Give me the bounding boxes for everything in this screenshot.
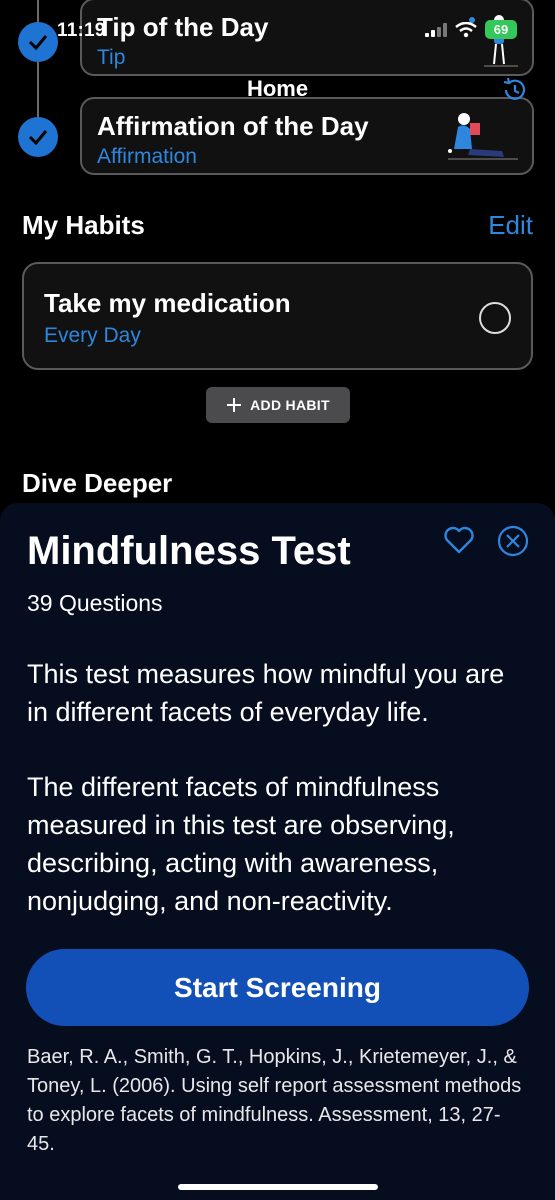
close-icon[interactable] xyxy=(497,525,529,557)
checkmark-icon xyxy=(28,35,48,50)
plus-icon xyxy=(227,398,242,412)
affirmation-illustration-icon xyxy=(448,113,518,160)
battery-icon: 69 xyxy=(485,20,517,39)
citation-text: Baer, R. A., Smith, G. T., Hopkins, J., … xyxy=(27,1046,522,1155)
habit-complete-toggle[interactable] xyxy=(479,302,511,334)
history-icon[interactable] xyxy=(501,76,529,104)
card-subtitle: Affirmation xyxy=(97,145,197,168)
wifi-icon xyxy=(455,21,477,37)
facets-paragraph: The different facets of mindfulness meas… xyxy=(27,772,455,916)
habit-card[interactable]: Take my medication Every Day xyxy=(22,262,533,370)
heart-icon[interactable] xyxy=(443,525,475,555)
habit-title: Take my medication xyxy=(44,288,291,318)
status-indicators: 69 xyxy=(425,20,517,39)
sheet-title: Mindfulness Test xyxy=(27,529,351,573)
description-paragraph: This test measures how mindful you are i… xyxy=(27,659,505,727)
tip-checkmark-icon[interactable] xyxy=(18,22,58,62)
card-title: Affirmation of the Day xyxy=(97,111,369,141)
card-subtitle: Tip xyxy=(97,46,126,69)
affirmation-of-the-day-card[interactable]: Affirmation of the Day Affirmation xyxy=(80,97,534,175)
add-habit-button[interactable]: ADD HABIT xyxy=(206,387,350,423)
checkmark-icon xyxy=(28,130,48,145)
dive-deeper-heading: Dive Deeper xyxy=(22,468,173,498)
home-indicator[interactable] xyxy=(178,1184,378,1190)
edit-habits-button[interactable]: Edit xyxy=(488,210,533,241)
mindfulness-test-sheet: Mindfulness Test 39 Questions This test … xyxy=(0,503,555,1200)
affirmation-checkmark-icon[interactable] xyxy=(18,117,58,157)
signal-icon xyxy=(425,22,447,37)
add-habit-label: ADD HABIT xyxy=(250,397,330,413)
start-screening-button[interactable]: Start Screening xyxy=(26,949,529,1026)
question-count: 39 Questions xyxy=(27,590,163,616)
card-title: Tip of the Day xyxy=(97,12,269,42)
status-time: 11:19 xyxy=(57,20,106,41)
habit-frequency: Every Day xyxy=(44,324,141,347)
my-habits-heading: My Habits xyxy=(22,210,145,240)
